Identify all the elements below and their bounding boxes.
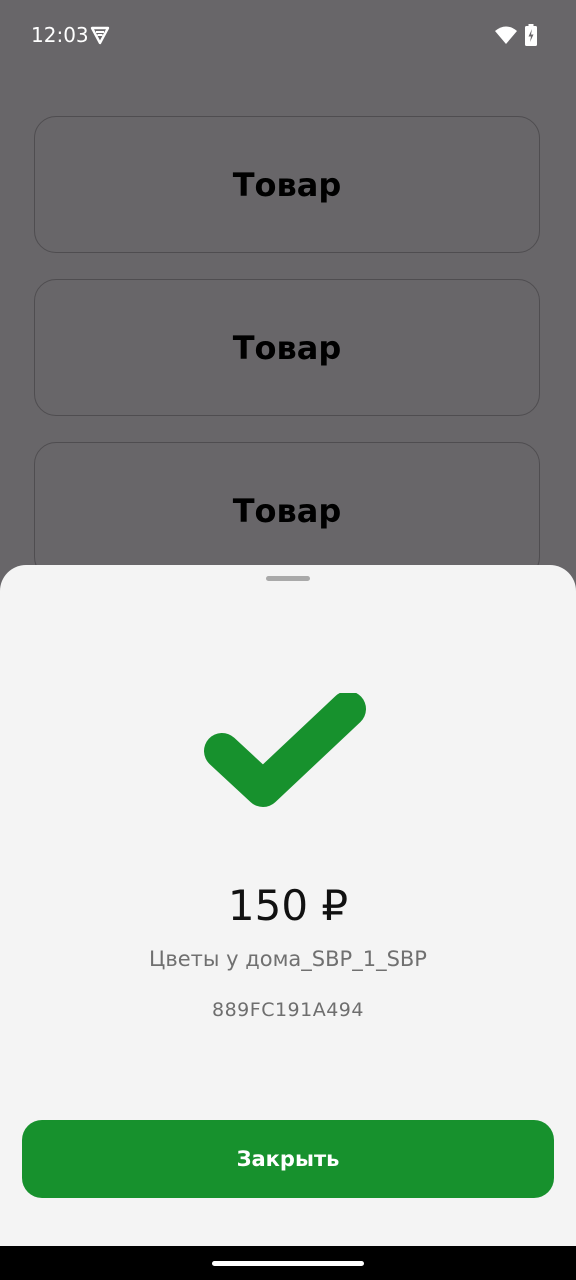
merchant-name: Цветы у дома_SBP_1_SBP: [149, 947, 427, 971]
product-label: Товар: [232, 328, 342, 367]
transaction-id: 889FC191A494: [212, 999, 364, 1021]
product-card[interactable]: Товар: [34, 116, 540, 253]
payment-result-sheet: 150 ₽ Цветы у дома_SBP_1_SBP 889FC191A49…: [0, 565, 576, 1246]
product-card[interactable]: Товар: [34, 442, 540, 579]
battery-charging-icon: [525, 24, 537, 46]
status-bar: 12:03: [0, 0, 576, 70]
home-indicator[interactable]: [212, 1261, 364, 1266]
drag-handle[interactable]: [266, 576, 310, 581]
product-label: Товар: [232, 165, 342, 204]
product-label: Товар: [232, 491, 342, 530]
close-button[interactable]: Закрыть: [22, 1120, 554, 1198]
vpn-shield-icon: [90, 26, 110, 45]
navigation-bar: [0, 1246, 576, 1280]
checkmark-icon: [204, 693, 366, 807]
wifi-icon: [495, 26, 517, 44]
status-time: 12:03: [31, 23, 89, 47]
product-card[interactable]: Товар: [34, 279, 540, 416]
payment-amount: 150 ₽: [227, 881, 349, 930]
